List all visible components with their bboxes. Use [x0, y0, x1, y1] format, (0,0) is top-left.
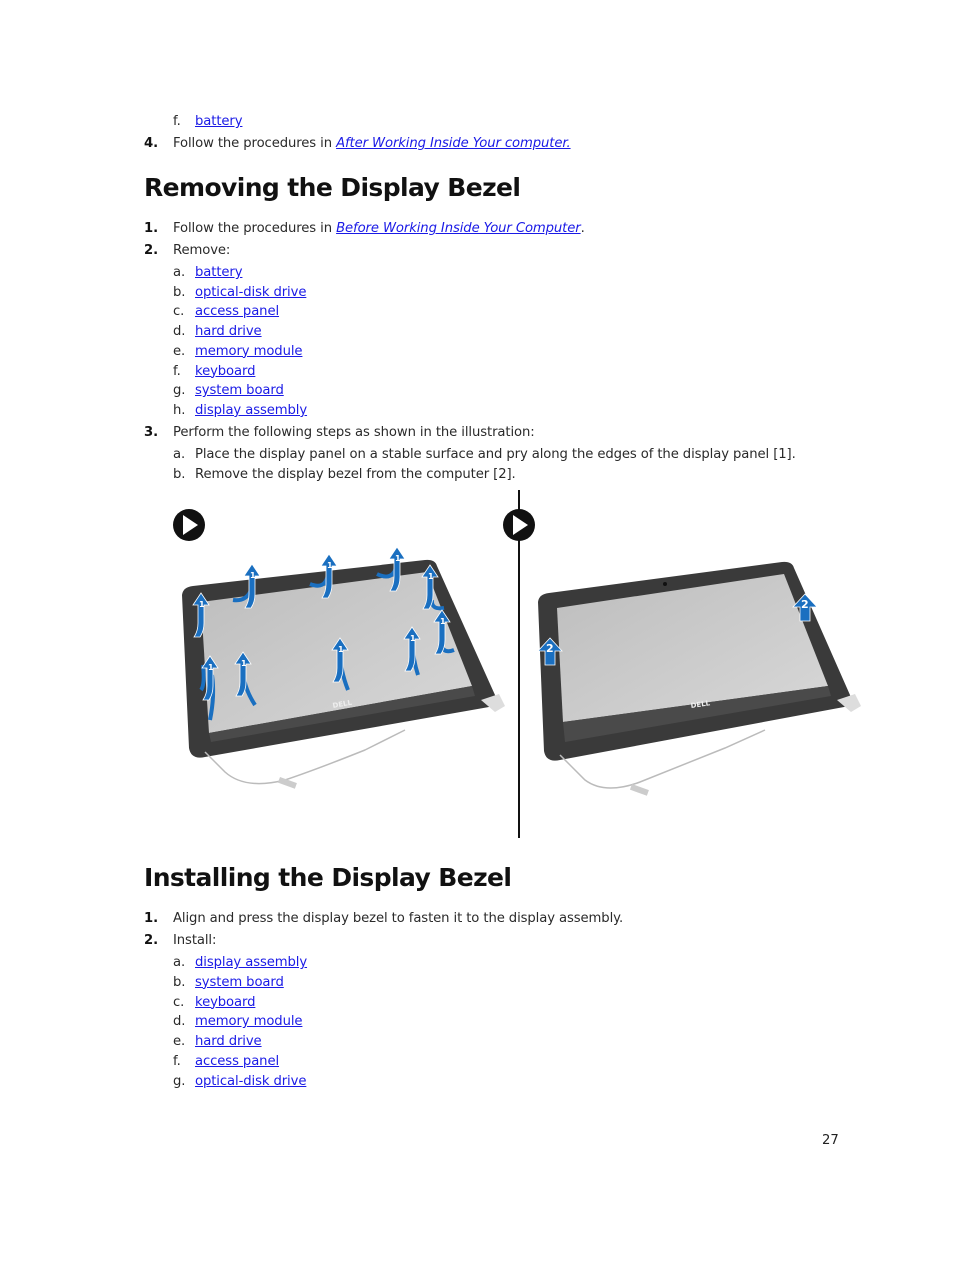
substep-text: Remove the display bezel from the comput…: [195, 467, 516, 482]
list-item-marker: e.: [173, 343, 186, 359]
section-title-removing: Removing the Display Bezel: [144, 173, 521, 202]
step-number: 3.: [144, 425, 158, 440]
list-item-marker: f.: [173, 363, 181, 379]
link-keyboard[interactable]: keyboard: [195, 995, 255, 1011]
link-display-assembly[interactable]: display assembly: [195, 955, 307, 971]
list-item-marker: a.: [173, 265, 186, 280]
link-memory-module[interactable]: memory module: [195, 1014, 303, 1030]
step-number: 4.: [144, 136, 158, 151]
svg-text:1: 1: [428, 572, 434, 581]
list-item-marker: c.: [173, 994, 185, 1010]
step-number: 1.: [144, 911, 158, 926]
list-item-marker: b.: [173, 974, 186, 990]
link-system-board[interactable]: system board: [195, 975, 284, 991]
list-item-marker: h.: [173, 402, 186, 418]
list-item-marker: d.: [173, 324, 186, 340]
svg-text:1: 1: [327, 561, 333, 570]
list-item-marker: f.: [173, 1054, 181, 1069]
substep-text: Place the display panel on a stable surf…: [195, 447, 796, 462]
step-play-icon-1: [173, 509, 205, 541]
svg-text:1: 1: [208, 663, 214, 672]
svg-text:1: 1: [250, 571, 256, 580]
svg-text:1: 1: [338, 645, 344, 654]
list-item-marker: b.: [173, 284, 186, 300]
step-number: 2.: [144, 933, 158, 948]
step-play-icon-2: [503, 509, 535, 541]
step-number: 2.: [144, 243, 158, 258]
list-item-marker: g.: [173, 383, 186, 399]
bezel-removal-illustration: DELL 1 1 1 1 1 1 1 1 1 1 DELL 2 2: [165, 490, 870, 840]
substep-marker: a.: [173, 447, 186, 462]
link-after-working-inside[interactable]: After Working Inside Your computer.: [336, 136, 571, 151]
link-before-working-inside[interactable]: Before Working Inside Your Computer: [336, 221, 581, 236]
step-text: Follow the procedures in Before Working …: [173, 221, 585, 237]
link-system-board[interactable]: system board: [195, 383, 284, 399]
step-text-suffix: .: [580, 221, 585, 236]
svg-text:1: 1: [241, 659, 247, 668]
svg-text:2: 2: [546, 642, 554, 655]
page-number: 27: [822, 1133, 839, 1148]
step-text: Perform the following steps as shown in …: [173, 425, 535, 440]
svg-text:1: 1: [199, 600, 205, 609]
svg-text:1: 1: [410, 634, 416, 643]
step-text: Install:: [173, 933, 217, 948]
laptop-display-panel-2: DELL: [538, 561, 861, 796]
link-access-panel[interactable]: access panel: [195, 304, 279, 320]
svg-text:1: 1: [440, 617, 446, 626]
list-item-marker: c.: [173, 304, 185, 320]
link-hard-drive[interactable]: hard drive: [195, 1034, 262, 1050]
link-keyboard[interactable]: keyboard: [195, 364, 255, 380]
step-text: Align and press the display bezel to fas…: [173, 911, 624, 926]
svg-text:1: 1: [395, 554, 401, 563]
link-memory-module[interactable]: memory module: [195, 344, 303, 360]
step-text: Follow the procedures in After Working I…: [173, 136, 571, 152]
link-battery[interactable]: battery: [195, 114, 243, 130]
svg-text:2: 2: [801, 598, 809, 611]
link-hard-drive[interactable]: hard drive: [195, 324, 262, 340]
prev-sub-item-marker: f.: [173, 114, 181, 129]
step-text: Remove:: [173, 243, 231, 258]
link-battery[interactable]: battery: [195, 265, 243, 281]
list-item-marker: g.: [173, 1073, 186, 1089]
list-item-marker: d.: [173, 1014, 186, 1030]
section-title-installing: Installing the Display Bezel: [144, 863, 512, 892]
link-optical-disk-drive[interactable]: optical-disk drive: [195, 1074, 306, 1090]
link-display-assembly[interactable]: display assembly: [195, 403, 307, 419]
list-item-marker: e.: [173, 1034, 186, 1050]
link-optical-disk-drive[interactable]: optical-disk drive: [195, 285, 306, 301]
link-access-panel[interactable]: access panel: [195, 1054, 279, 1070]
step-text-lead: Follow the procedures in: [173, 221, 337, 236]
step-number: 1.: [144, 221, 158, 236]
list-item-marker: a.: [173, 955, 186, 970]
step-text-lead: Follow the procedures in: [173, 136, 337, 151]
substep-marker: b.: [173, 467, 186, 482]
